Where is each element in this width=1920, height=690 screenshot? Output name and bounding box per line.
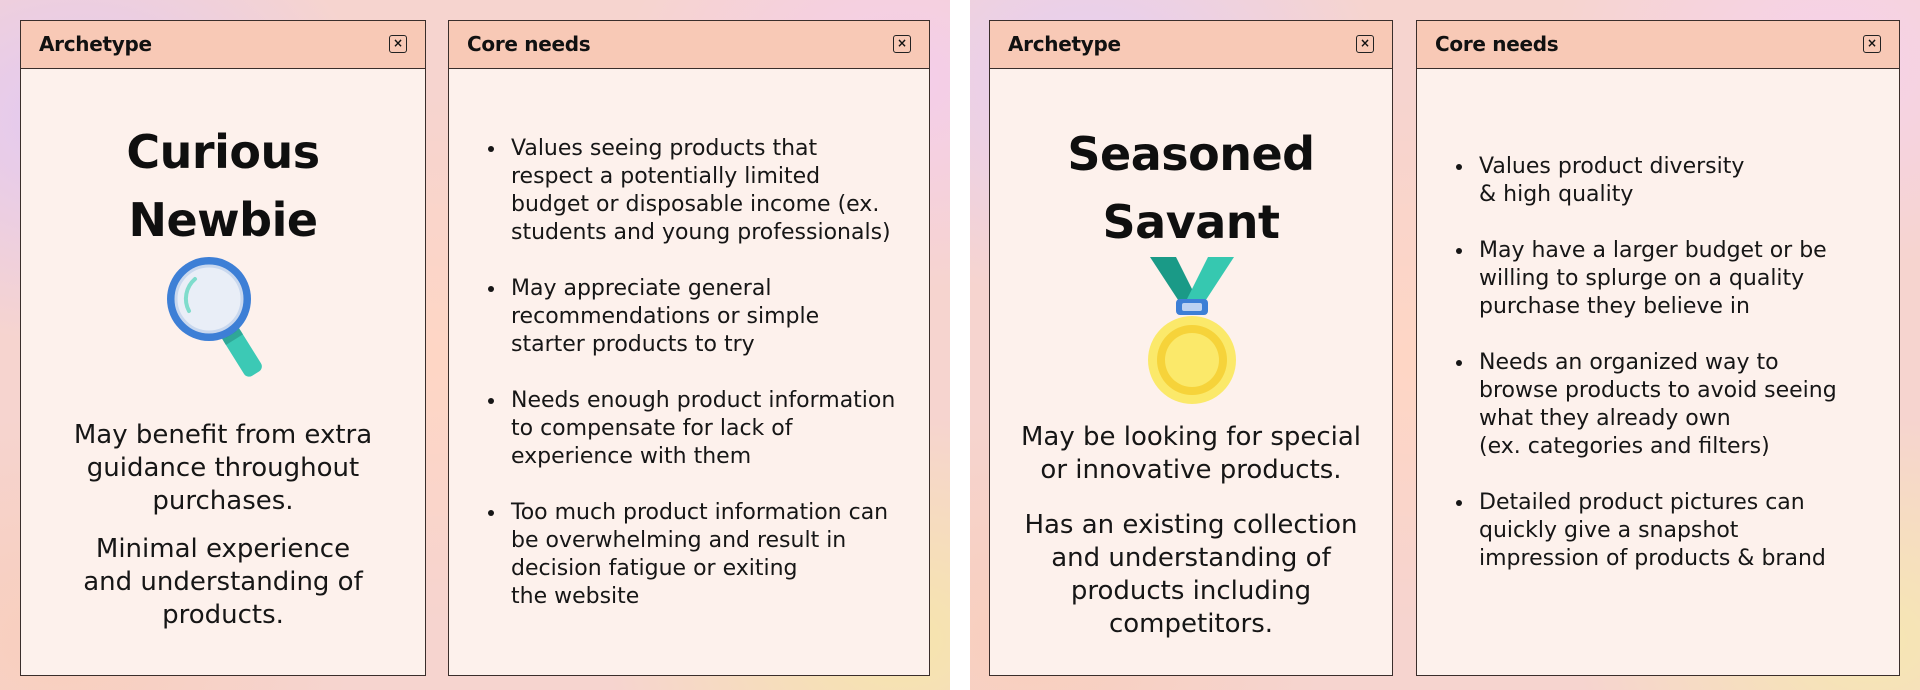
persona-panel-curious-newbie: Archetype × Curious Newbie May benefit f…: [0, 0, 950, 690]
archetype-description: May benefit from extra guidance througho…: [73, 420, 373, 516]
list-item: Values seeing products that respect a po…: [507, 135, 919, 247]
archetype-experience: Minimal experience and understanding of …: [83, 534, 363, 630]
close-icon[interactable]: ×: [389, 35, 407, 53]
archetype-name-line1: Seasoned: [1067, 127, 1315, 181]
list-item: May appreciate general recommendations o…: [507, 275, 919, 359]
core-needs-card: Core needs × Values product diversity & …: [1416, 20, 1900, 676]
card-title: Archetype: [39, 32, 152, 56]
archetype-name-line2: Savant: [1102, 195, 1280, 249]
core-needs-list: Values product diversity & high quality …: [1441, 153, 1889, 573]
close-icon[interactable]: ×: [1356, 35, 1374, 53]
card-title: Core needs: [1435, 32, 1559, 56]
list-item: May have a larger budget or be willing t…: [1475, 237, 1889, 321]
archetype-collection: Has an existing collection and understan…: [1024, 510, 1358, 639]
magnifying-glass-icon: [167, 257, 262, 377]
card-header: Core needs ×: [1417, 21, 1899, 69]
core-needs-card: Core needs × Values seeing products that…: [448, 20, 930, 676]
core-needs-list: Values seeing products that respect a po…: [473, 135, 919, 611]
card-title: Archetype: [1008, 32, 1121, 56]
list-item: Needs enough product information to comp…: [507, 387, 919, 471]
archetype-description: May be looking for special or innovative…: [1020, 422, 1362, 485]
medal-icon: [1148, 257, 1236, 404]
archetype-name-line1: Curious: [126, 125, 320, 179]
list-item: Values product diversity & high quality: [1475, 153, 1889, 209]
archetype-name-line2: Newbie: [128, 193, 318, 247]
persona-panel-seasoned-savant: Archetype × Seasoned Savant May be looki…: [970, 0, 1920, 690]
archetype-card: Archetype × Seasoned Savant May be looki…: [989, 20, 1393, 676]
archetype-card: Archetype × Curious Newbie May benefit f…: [20, 20, 426, 676]
card-header: Archetype ×: [990, 21, 1392, 69]
card-header: Archetype ×: [21, 21, 425, 69]
list-item: Detailed product pictures can quickly gi…: [1475, 489, 1889, 573]
close-icon[interactable]: ×: [1863, 35, 1881, 53]
list-item: Needs an organized way to browse product…: [1475, 349, 1889, 461]
card-header: Core needs ×: [449, 21, 929, 69]
close-icon[interactable]: ×: [893, 35, 911, 53]
card-title: Core needs: [467, 32, 591, 56]
list-item: Too much product information can be over…: [507, 499, 919, 611]
